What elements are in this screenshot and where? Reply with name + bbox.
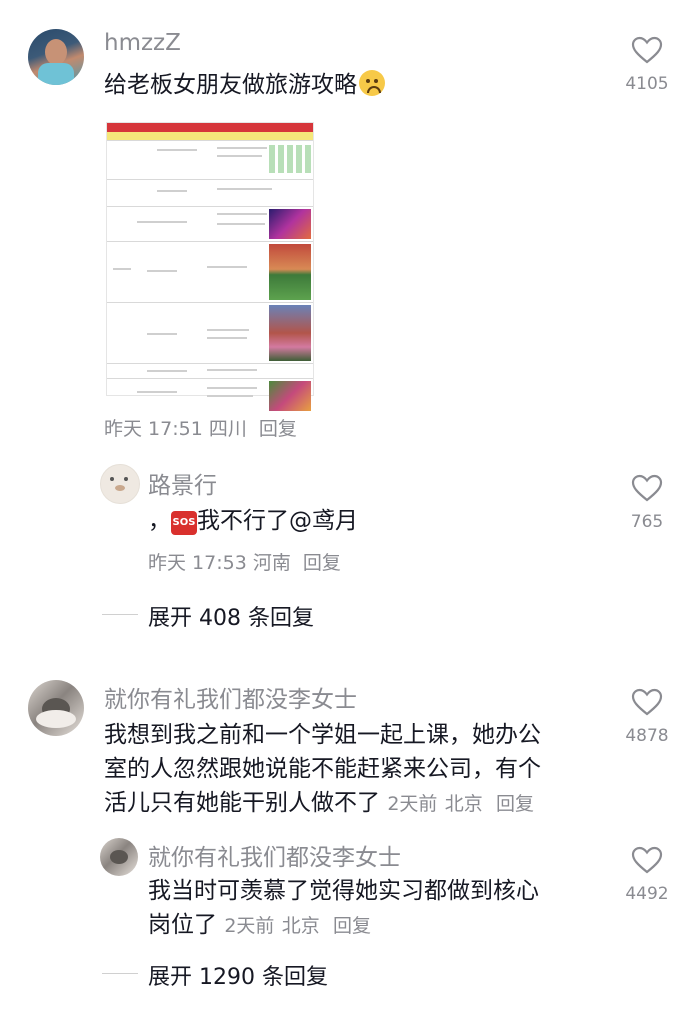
like-button[interactable]: 4878 [617,688,677,746]
comment-text-line: 室的人忽然跟她说能不能赶紧来公司，有个 [104,756,541,782]
like-count: 765 [630,512,664,532]
like-button[interactable]: 4492 [617,846,677,904]
reply-username[interactable]: 路景行 [148,466,217,500]
sheet-row [107,179,313,206]
sheet-row [107,302,313,363]
reply-button[interactable]: 回复 [303,552,341,574]
reply-button[interactable]: 回复 [496,793,534,815]
heart-icon [631,474,663,502]
sheet-header [107,123,313,132]
sheet-row [107,140,313,179]
comment-text-line: 活儿只有她能干别人做不了 [104,790,380,816]
reply-button[interactable]: 回复 [333,915,371,937]
sheet-row [107,378,313,413]
comment-text-line-with-meta: 活儿只有她能干别人做不了 2天前 北京 回复 [104,786,604,821]
avatar[interactable] [28,680,84,736]
comment-location: 四川 [208,418,247,440]
sheet-subheader [107,132,313,140]
expand-replies-button[interactable]: 展开 1290 条回复 [148,959,328,991]
sheet-row [107,241,313,302]
heart-icon [631,688,663,716]
avatar[interactable] [100,464,140,504]
divider [102,973,138,974]
divider [102,614,138,615]
comment-text-line: 我想到我之前和一个学姐一起上课，她办公 [104,722,541,748]
comment-text: 我想到我之前和一个学姐一起上课，她办公 室的人忽然跟她说能不能赶紧来公司，有个 … [104,718,604,821]
comment-time: 昨天 17:51 [104,418,203,440]
heart-icon [631,36,663,64]
reply-location: 河南 [252,552,291,574]
sos-badge: SOS [171,511,197,535]
like-count: 4105 [625,74,669,94]
comment-username[interactable]: hmzzZ [104,30,181,56]
heart-icon [631,846,663,874]
reply-button[interactable]: 回复 [259,418,297,440]
reply-location: 北京 [281,915,320,937]
comment-image-attachment[interactable] [106,122,314,411]
reply-text-line: 岗位了 [148,912,217,938]
expand-replies-button[interactable]: 展开 408 条回复 [148,600,314,632]
like-count: 4878 [625,726,669,746]
reply-text-content: 我不行了@鸢月 [197,508,358,534]
avatar[interactable] [100,838,138,876]
reply-prefix: ， [148,508,171,534]
reply-text: 我当时可羡慕了觉得她实习都做到核心 岗位了 2天前 北京 回复 [148,874,608,943]
reply-meta: 昨天 17:53 河南 回复 [148,548,341,575]
comment-text-content: 给老板女朋友做旅游攻略 [104,72,357,98]
comment-meta: 昨天 17:51 四川 回复 [104,414,297,441]
comment-text: 给老板女朋友做旅游攻略 [104,68,385,102]
avatar[interactable] [28,29,84,85]
sheet-row [107,206,313,241]
comment-username[interactable]: 就你有礼我们都没李女士 [104,680,357,714]
like-button[interactable]: 765 [617,474,677,532]
reply-text: ， SOS我不行了@鸢月 [148,504,358,538]
reply-username[interactable]: 就你有礼我们都没李女士 [148,838,401,872]
sheet-row [107,363,313,378]
comment-location: 北京 [444,793,483,815]
reply-time: 2天前 [224,915,275,937]
reply-time: 昨天 17:53 [148,552,247,574]
comment-time: 2天前 [387,793,438,815]
like-button[interactable]: 4105 [617,36,677,94]
upside-down-face-icon [359,70,385,96]
reply-text-line-with-meta: 岗位了 2天前 北京 回复 [148,908,608,943]
like-count: 4492 [625,884,669,904]
reply-text-line: 我当时可羡慕了觉得她实习都做到核心 [148,878,539,904]
